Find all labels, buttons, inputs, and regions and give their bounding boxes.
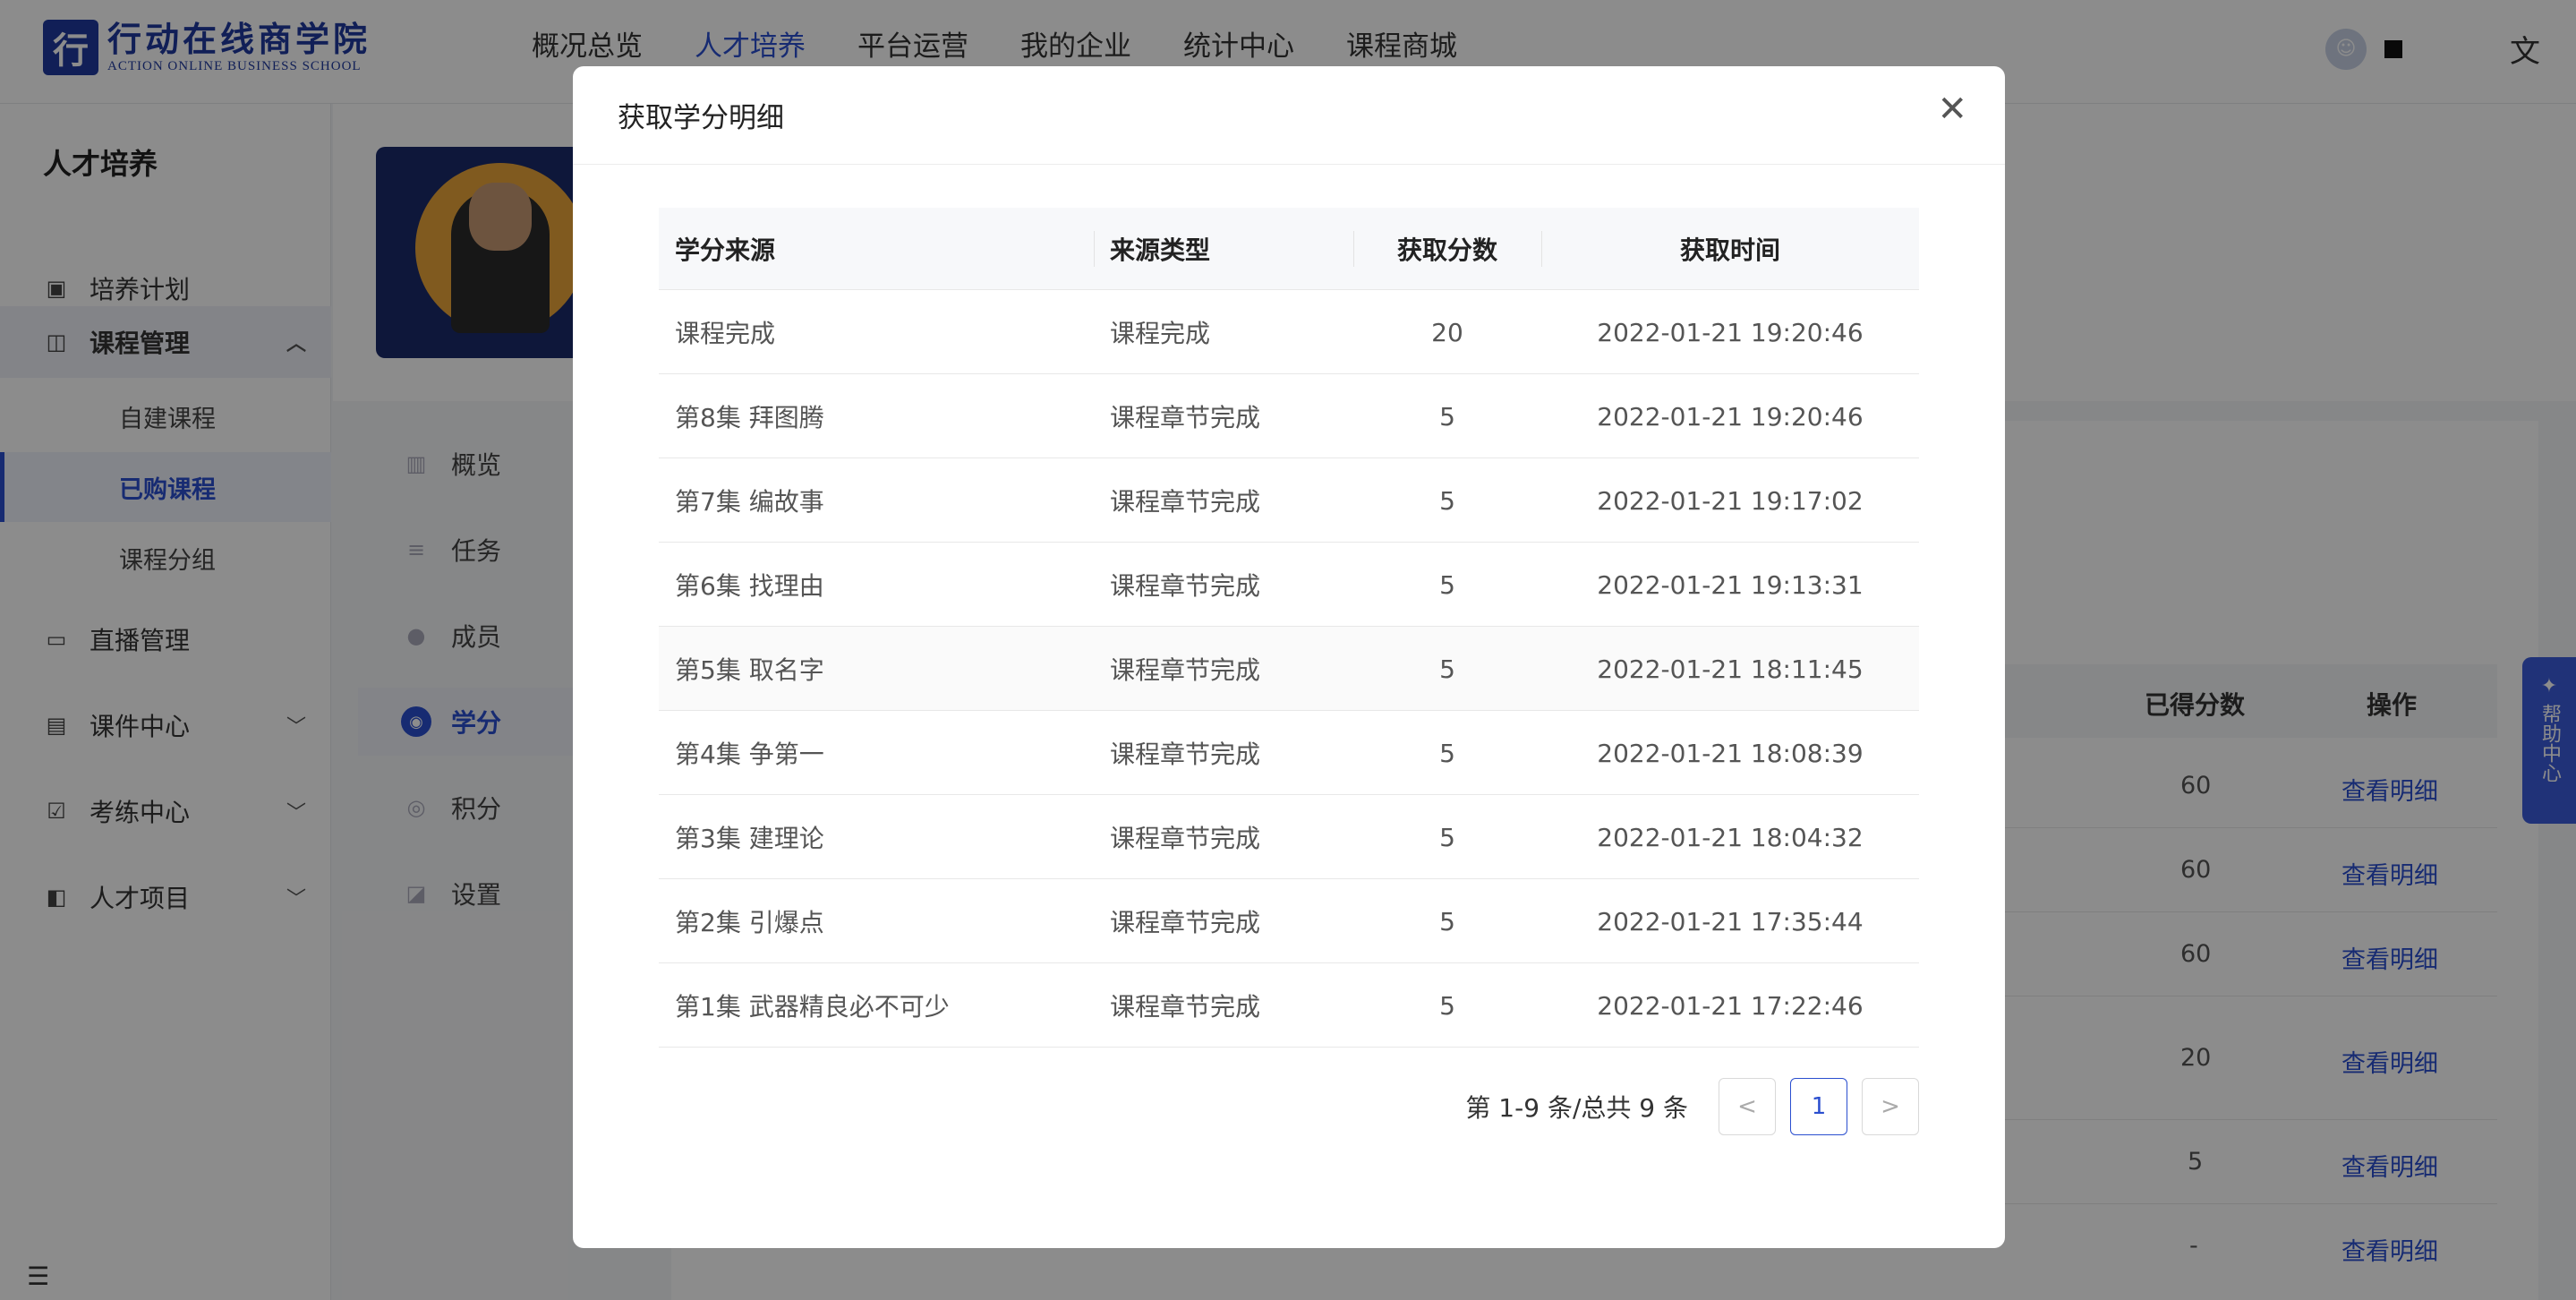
cell-type: 课程章节完成 [1110, 403, 1261, 432]
table-row: 第1集 武器精良必不可少 课程章节完成 5 2022-01-21 17:22:4… [659, 963, 1919, 1048]
cell-time: 2022-01-21 18:08:39 [1597, 738, 1864, 768]
prev-page-button[interactable]: < [1719, 1078, 1776, 1135]
cell-source: 课程完成 [675, 319, 776, 348]
cell-time: 2022-01-21 19:13:31 [1597, 569, 1864, 600]
modal-header: 获取学分明细 ✕ [573, 66, 2005, 165]
table-row: 第8集 拜图腾 课程章节完成 5 2022-01-21 19:20:46 [659, 374, 1919, 458]
table-row: 第4集 争第一 课程章节完成 5 2022-01-21 18:08:39 [659, 711, 1919, 795]
table-row: 第5集 取名字 课程章节完成 5 2022-01-21 18:11:45 [659, 627, 1919, 711]
cell-time: 2022-01-21 17:35:44 [1597, 906, 1864, 937]
cell-source: 第3集 建理论 [675, 824, 824, 853]
cell-time: 2022-01-21 18:11:45 [1597, 654, 1864, 684]
cell-time: 2022-01-21 19:17:02 [1597, 485, 1864, 516]
cell-type: 课程章节完成 [1110, 740, 1261, 769]
cell-source: 第8集 拜图腾 [675, 403, 824, 432]
table-row: 第2集 引爆点 课程章节完成 5 2022-01-21 17:35:44 [659, 879, 1919, 963]
cell-type: 课程章节完成 [1110, 824, 1261, 853]
cell-score: 5 [1439, 738, 1455, 768]
close-icon[interactable]: ✕ [1937, 91, 1967, 127]
cell-time: 2022-01-21 18:04:32 [1597, 822, 1864, 852]
credit-detail-modal: 获取学分明细 ✕ 学分来源 来源类型 获取分数 获取时间 课程完成 课程完成 2… [573, 66, 2005, 1248]
pagination: 第 1-9 条/总共 9 条 < 1 > [1465, 1078, 1919, 1135]
table-row: 第3集 建理论 课程章节完成 5 2022-01-21 18:04:32 [659, 795, 1919, 879]
cell-type: 课程章节完成 [1110, 571, 1261, 601]
table-row: 课程完成 课程完成 20 2022-01-21 19:20:46 [659, 290, 1919, 374]
cell-time: 2022-01-21 19:20:46 [1597, 317, 1864, 347]
cell-score: 5 [1439, 990, 1455, 1021]
cell-type: 课程完成 [1110, 319, 1211, 348]
page-number-button[interactable]: 1 [1790, 1078, 1847, 1135]
cell-source: 第1集 武器精良必不可少 [675, 992, 950, 1022]
pagination-info: 第 1-9 条/总共 9 条 [1465, 1093, 1688, 1123]
cell-score: 5 [1439, 906, 1455, 937]
chevron-left-icon: < [1737, 1093, 1757, 1120]
column-header-source: 学分来源 [675, 235, 776, 265]
cell-source: 第4集 争第一 [675, 740, 824, 769]
column-header-score: 获取分数 [1396, 235, 1497, 265]
cell-score: 5 [1439, 569, 1455, 600]
table-row: 第7集 编故事 课程章节完成 5 2022-01-21 19:17:02 [659, 458, 1919, 543]
cell-score: 20 [1431, 317, 1463, 347]
cell-source: 第6集 找理由 [675, 571, 824, 601]
table-header: 学分来源 来源类型 获取分数 获取时间 [659, 208, 1919, 290]
cell-score: 5 [1439, 654, 1455, 684]
cell-time: 2022-01-21 17:22:46 [1597, 990, 1864, 1021]
cell-time: 2022-01-21 19:20:46 [1597, 401, 1864, 432]
cell-source: 第5集 取名字 [675, 655, 824, 685]
cell-source: 第7集 编故事 [675, 487, 824, 517]
cell-type: 课程章节完成 [1110, 655, 1261, 685]
cell-score: 5 [1439, 822, 1455, 852]
chevron-right-icon: > [1881, 1093, 1900, 1120]
cell-type: 课程章节完成 [1110, 908, 1261, 937]
cell-type: 课程章节完成 [1110, 487, 1261, 517]
cell-source: 第2集 引爆点 [675, 908, 824, 937]
modal-title: 获取学分明细 [618, 102, 784, 134]
column-header-time: 获取时间 [1679, 235, 1780, 265]
column-header-type: 来源类型 [1110, 235, 1211, 265]
cell-type: 课程章节完成 [1110, 992, 1261, 1022]
next-page-button[interactable]: > [1862, 1078, 1919, 1135]
table-row: 第6集 找理由 课程章节完成 5 2022-01-21 19:13:31 [659, 543, 1919, 627]
cell-score: 5 [1439, 485, 1455, 516]
cell-score: 5 [1439, 401, 1455, 432]
